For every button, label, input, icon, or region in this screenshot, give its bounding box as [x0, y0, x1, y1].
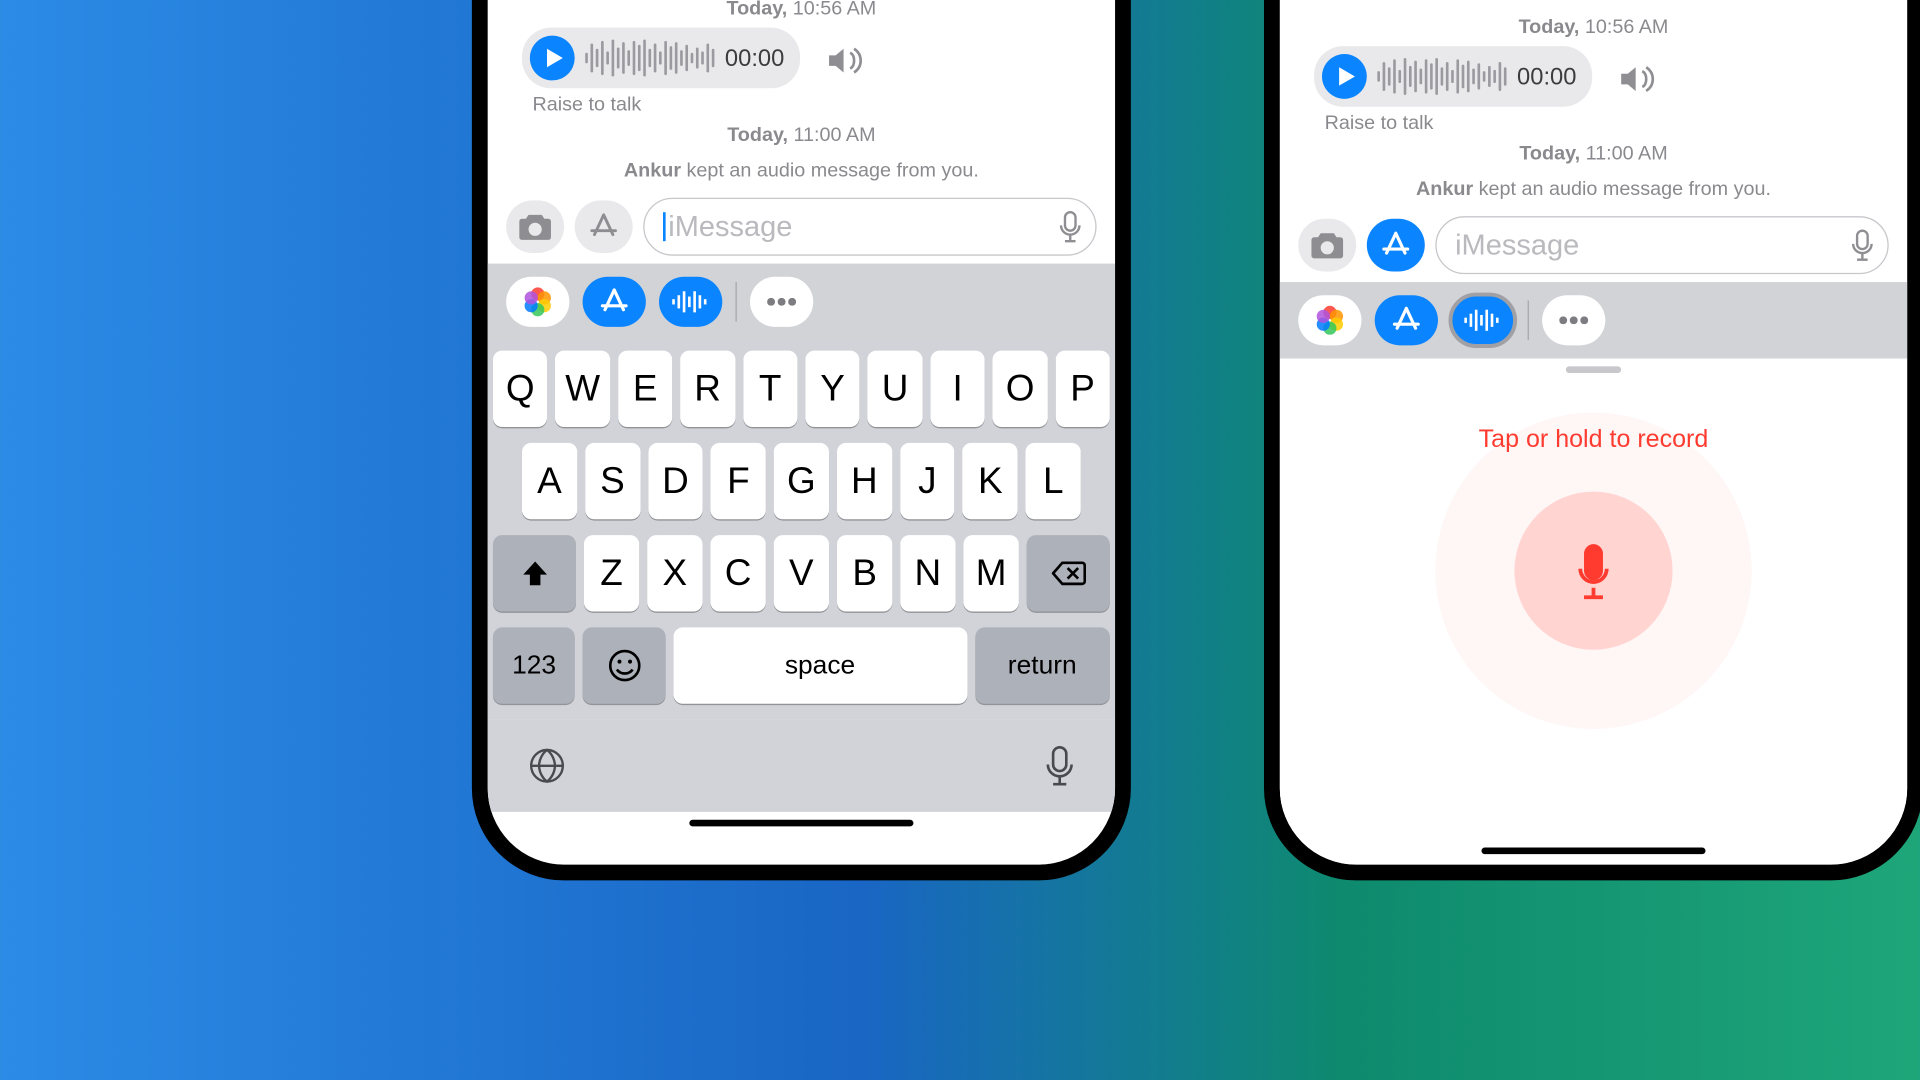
- input-row: iMessage: [1280, 211, 1907, 282]
- kept-audio-status: Ankur kept an audio message from you.: [1298, 178, 1888, 200]
- more-apps-icon[interactable]: [1542, 295, 1605, 345]
- key-g[interactable]: G: [774, 443, 829, 519]
- key-b[interactable]: B: [837, 535, 892, 611]
- key-f[interactable]: F: [711, 443, 766, 519]
- key-z[interactable]: Z: [584, 535, 639, 611]
- emoji-key[interactable]: [583, 627, 665, 703]
- key-h[interactable]: H: [837, 443, 892, 519]
- key-o[interactable]: O: [993, 351, 1048, 427]
- appstore-button[interactable]: [575, 200, 633, 253]
- message-input[interactable]: iMessage: [1435, 216, 1888, 274]
- shift-key[interactable]: [493, 535, 576, 611]
- timestamp-1: Today, 10:56 AM: [1298, 16, 1888, 38]
- space-key[interactable]: space: [673, 627, 967, 703]
- appstore-button[interactable]: [1367, 219, 1425, 272]
- record-hint: Tap or hold to record: [1479, 426, 1709, 455]
- key-p[interactable]: P: [1055, 351, 1110, 427]
- placeholder-text: iMessage: [1455, 228, 1850, 262]
- home-indicator[interactable]: [1481, 847, 1705, 854]
- audio-message-bubble[interactable]: 00:00: [522, 28, 800, 89]
- key-v[interactable]: V: [774, 535, 829, 611]
- photos-app-icon[interactable]: [1298, 295, 1361, 345]
- messages-area: Today, 10:56 AM 00:00 Raise to talk Toda…: [1280, 0, 1907, 211]
- play-button[interactable]: [1322, 54, 1367, 99]
- app-strip: [488, 264, 1115, 340]
- key-u[interactable]: U: [868, 351, 923, 427]
- speaker-icon[interactable]: [826, 46, 863, 75]
- audio-app-icon[interactable]: [1451, 295, 1514, 345]
- audio-duration: 00:00: [725, 44, 784, 72]
- key-w[interactable]: W: [555, 351, 610, 427]
- key-x[interactable]: X: [647, 535, 702, 611]
- placeholder-text: iMessage: [668, 210, 1058, 244]
- audio-message-bubble[interactable]: 00:00: [1314, 46, 1592, 107]
- audio-app-icon[interactable]: [659, 277, 722, 327]
- timestamp-1: Today, 10:56 AM: [506, 0, 1096, 20]
- waveform-icon: [1377, 58, 1506, 95]
- globe-icon[interactable]: [527, 746, 567, 786]
- key-t[interactable]: T: [743, 351, 798, 427]
- phone-left: Today, 10:56 AM 00:00 Raise to talk Toda…: [472, 0, 1131, 880]
- key-y[interactable]: Y: [805, 351, 860, 427]
- appstore-app-icon[interactable]: [1375, 295, 1438, 345]
- key-q[interactable]: Q: [493, 351, 548, 427]
- input-row: iMessage: [488, 192, 1115, 263]
- kept-audio-status: Ankur kept an audio message from you.: [506, 159, 1096, 181]
- play-button[interactable]: [530, 36, 575, 81]
- phone-right: Today, 10:56 AM 00:00 Raise to talk Toda…: [1264, 0, 1920, 880]
- return-key[interactable]: return: [975, 627, 1110, 703]
- key-j[interactable]: J: [900, 443, 955, 519]
- key-c[interactable]: C: [710, 535, 765, 611]
- dictation-icon[interactable]: [1851, 229, 1875, 261]
- timestamp-2: Today, 11:00 AM: [506, 124, 1096, 146]
- key-l[interactable]: L: [1026, 443, 1081, 519]
- record-button[interactable]: [1514, 492, 1672, 650]
- key-m[interactable]: M: [963, 535, 1018, 611]
- appstore-app-icon[interactable]: [583, 277, 646, 327]
- app-strip: [1280, 282, 1907, 358]
- more-apps-icon[interactable]: [750, 277, 813, 327]
- key-s[interactable]: S: [585, 443, 640, 519]
- speaker-icon[interactable]: [1619, 65, 1656, 94]
- dictation-icon[interactable]: [1058, 211, 1082, 243]
- mic-icon[interactable]: [1044, 745, 1076, 787]
- raise-to-talk-label: Raise to talk: [533, 94, 1097, 116]
- key-n[interactable]: N: [900, 535, 955, 611]
- key-i[interactable]: I: [930, 351, 985, 427]
- key-e[interactable]: E: [618, 351, 673, 427]
- camera-button[interactable]: [506, 200, 564, 253]
- text-caret: [663, 212, 666, 241]
- numbers-key[interactable]: 123: [493, 627, 575, 703]
- photos-app-icon[interactable]: [506, 277, 569, 327]
- waveform-icon: [585, 40, 714, 77]
- timestamp-2: Today, 11:00 AM: [1298, 142, 1888, 164]
- audio-duration: 00:00: [1517, 63, 1576, 91]
- raise-to-talk-label: Raise to talk: [1325, 112, 1889, 134]
- messages-area: Today, 10:56 AM 00:00 Raise to talk Toda…: [488, 0, 1115, 192]
- home-indicator[interactable]: [689, 820, 913, 827]
- key-d[interactable]: D: [648, 443, 703, 519]
- message-input[interactable]: iMessage: [643, 198, 1096, 256]
- keyboard-bottom: [488, 720, 1115, 812]
- drag-handle[interactable]: [1566, 366, 1621, 373]
- key-k[interactable]: K: [963, 443, 1018, 519]
- record-panel: Tap or hold to record: [1280, 358, 1907, 864]
- key-a[interactable]: A: [522, 443, 577, 519]
- backspace-key[interactable]: [1027, 535, 1110, 611]
- key-r[interactable]: R: [680, 351, 735, 427]
- camera-button[interactable]: [1298, 219, 1356, 272]
- keyboard: QWERTYUIOP ASDFGHJKL ZXCVBNM 123 space r…: [488, 340, 1115, 720]
